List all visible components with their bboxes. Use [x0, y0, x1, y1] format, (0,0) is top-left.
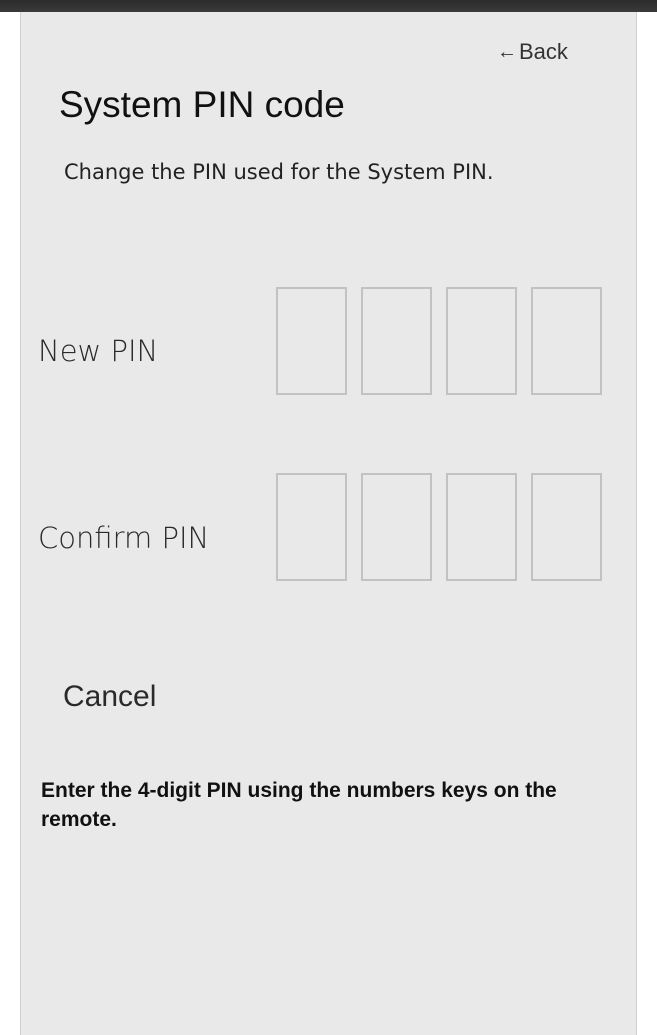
pin-entry-hint: Enter the 4-digit PIN using the numbers … [41, 779, 557, 831]
pin-settings-panel: ← Back System PIN code Change the PIN us… [20, 12, 637, 1035]
new-pin-digit-3[interactable] [446, 287, 517, 395]
new-pin-digit-4[interactable] [531, 287, 602, 395]
back-button[interactable]: ← Back [497, 39, 568, 65]
new-pin-digit-2[interactable] [361, 287, 432, 395]
cancel-button[interactable]: Cancel [63, 680, 156, 714]
confirm-pin-input-group [276, 473, 602, 581]
confirm-pin-digit-2[interactable] [361, 473, 432, 581]
new-pin-input-group [276, 287, 602, 395]
top-bar [0, 0, 657, 12]
confirm-pin-label: Confirm PIN [38, 521, 210, 555]
confirm-pin-digit-1[interactable] [276, 473, 347, 581]
page-title: System PIN code [59, 84, 345, 125]
page-subtitle: Change the PIN used for the System PIN. [64, 160, 494, 184]
back-label: Back [519, 39, 568, 64]
back-arrow-icon: ← [497, 40, 517, 63]
confirm-pin-digit-3[interactable] [446, 473, 517, 581]
new-pin-digit-1[interactable] [276, 287, 347, 395]
new-pin-label: New PIN [38, 334, 159, 368]
confirm-pin-digit-4[interactable] [531, 473, 602, 581]
